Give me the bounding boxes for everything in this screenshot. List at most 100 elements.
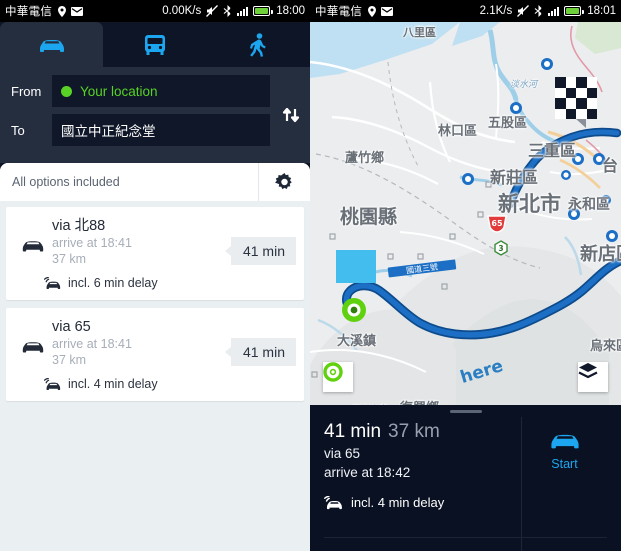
gear-icon xyxy=(275,172,292,189)
mail-icon xyxy=(381,6,394,16)
route-results-list: via 北88 arrive at 18:41 37 km incl. 6 mi… xyxy=(0,201,310,551)
dual-screenshot: 中華電信 0.00K/s 18:00 From Your location To… xyxy=(0,0,621,551)
route-duration-badge: 41 min xyxy=(224,338,296,366)
to-input[interactable]: 國立中正紀念堂 xyxy=(52,114,270,146)
map-label: 五股區 xyxy=(488,116,528,131)
battery-icon xyxy=(253,6,273,16)
start-navigation-button[interactable]: Start xyxy=(521,417,607,551)
from-input[interactable]: Your location xyxy=(52,75,270,107)
mute-icon xyxy=(517,5,530,17)
location-pin-icon xyxy=(368,5,377,17)
checkered-flag-icon xyxy=(555,77,597,128)
my-location-button[interactable] xyxy=(323,362,353,392)
screen-route-list: 中華電信 0.00K/s 18:00 From Your location To… xyxy=(0,0,310,551)
status-bar-right: 中華電信 2.1K/s 18:01 xyxy=(310,0,621,22)
svg-text:65: 65 xyxy=(491,219,503,228)
map-label: 新店區 xyxy=(580,244,621,265)
car-icon xyxy=(22,342,44,353)
route-delay: incl. 4 min delay xyxy=(351,495,445,510)
clock: 18:00 xyxy=(276,5,305,17)
swap-arrows-icon xyxy=(282,107,300,123)
network-speed: 0.00K/s xyxy=(162,5,202,17)
traffic-delay-icon xyxy=(44,276,61,289)
map-layers-icon xyxy=(578,363,598,379)
left-app-body: From Your location To 國立中正紀念堂 All option… xyxy=(0,22,310,551)
svg-text:3: 3 xyxy=(498,244,503,253)
panel-divider xyxy=(324,537,607,538)
to-row: To 國立中正紀念堂 xyxy=(8,114,302,146)
route-distance: 37 km xyxy=(388,421,440,442)
my-location-icon xyxy=(323,362,343,382)
route-endpoints-form: From Your location To 國立中正紀念堂 xyxy=(0,67,310,163)
map-label: 三重區 xyxy=(528,141,577,160)
map-label: 桃園縣 xyxy=(340,206,398,228)
options-bar[interactable]: All options included xyxy=(0,163,310,201)
bluetooth-icon xyxy=(534,5,542,17)
bluetooth-icon xyxy=(223,5,231,17)
map-layers-button[interactable] xyxy=(578,362,608,392)
car-icon xyxy=(22,241,44,252)
battery-icon xyxy=(564,6,584,16)
map-label: 復興鄉 xyxy=(400,397,439,405)
options-summary: All options included xyxy=(12,175,120,189)
route-settings-button[interactable] xyxy=(258,163,310,201)
route-headline: 41 min 37 km xyxy=(324,420,521,444)
car-icon xyxy=(550,434,579,449)
tab-walk[interactable] xyxy=(206,22,310,67)
clock: 18:01 xyxy=(587,5,616,17)
status-bar-left: 中華電信 0.00K/s 18:00 xyxy=(0,0,310,22)
mail-icon xyxy=(71,6,84,16)
carrier-name: 中華電信 xyxy=(315,6,363,18)
location-pin-icon xyxy=(58,5,67,17)
transport-mode-tabs xyxy=(0,22,310,67)
table-row[interactable]: via 65 arrive at 18:41 37 km incl. 4 min… xyxy=(6,308,304,401)
to-value: 國立中正紀念堂 xyxy=(61,124,156,139)
carrier-name: 中華電信 xyxy=(5,6,53,18)
results-sheet: All options included via 北88 arrive at 1… xyxy=(0,163,310,551)
map-label: 八里區 xyxy=(403,26,436,39)
route-via: via 65 xyxy=(52,319,91,335)
map-screen-body: 國道三號 65 3 八里區 淡水河 林口區 五股區 蘆竹鄉 三重區 新莊區 新北… xyxy=(310,22,621,551)
traffic-delay-icon xyxy=(44,377,61,390)
screen-map-route: 中華電信 2.1K/s 18:01 國道三號 65 3 八里區 淡水河 林口區 … xyxy=(310,0,621,551)
route-duration: 41 min xyxy=(324,421,382,442)
route-mode-icon-wrap xyxy=(14,318,52,355)
from-value: Your location xyxy=(80,83,158,99)
map-label: 林口區 xyxy=(438,124,478,139)
to-label: To xyxy=(11,122,25,138)
table-row[interactable]: via 北88 arrive at 18:41 37 km incl. 6 mi… xyxy=(6,207,304,300)
map-label: 淡水河 xyxy=(510,80,538,90)
drag-handle[interactable] xyxy=(449,410,482,413)
map-label: 烏來區 xyxy=(590,339,621,354)
map-canvas[interactable]: 國道三號 65 3 八里區 淡水河 林口區 五股區 蘆竹鄉 三重區 新莊區 新北… xyxy=(310,22,621,405)
map-label: 永和區 xyxy=(568,197,610,213)
route-delay: incl. 6 min delay xyxy=(68,276,158,290)
signal-icon xyxy=(237,6,249,16)
swap-endpoints-button[interactable] xyxy=(278,98,304,132)
route-delay: incl. 4 min delay xyxy=(68,377,158,391)
route-mode-icon-wrap xyxy=(14,217,52,254)
from-row: From Your location xyxy=(8,75,302,107)
map-label: 新北市 xyxy=(498,192,561,216)
mute-icon xyxy=(206,5,219,17)
tab-car[interactable] xyxy=(0,22,104,67)
map-label: 台 xyxy=(602,156,619,175)
map-label: 新莊區 xyxy=(490,168,539,187)
route-via: via 北88 xyxy=(52,218,106,234)
current-location-dot-icon xyxy=(61,85,72,97)
route-arrival: arrive at 18:42 xyxy=(324,465,411,480)
map-label: 大溪鎮 xyxy=(337,334,377,349)
route-via: via 65 xyxy=(324,446,361,461)
network-speed: 2.1K/s xyxy=(479,5,513,17)
traffic-delay-icon xyxy=(324,495,342,509)
pedestrian-icon xyxy=(250,32,267,57)
tab-bus[interactable] xyxy=(103,22,207,67)
route-duration-badge: 41 min xyxy=(224,237,296,265)
map-label: 蘆竹鄉 xyxy=(345,151,385,166)
route-summary-panel: 41 min 37 km via 65 arrive at 18:42 incl.… xyxy=(310,405,621,551)
car-icon xyxy=(39,39,64,52)
signal-icon xyxy=(548,6,560,16)
from-label: From xyxy=(11,83,42,99)
bus-icon xyxy=(144,34,165,55)
start-label: Start xyxy=(551,457,578,471)
